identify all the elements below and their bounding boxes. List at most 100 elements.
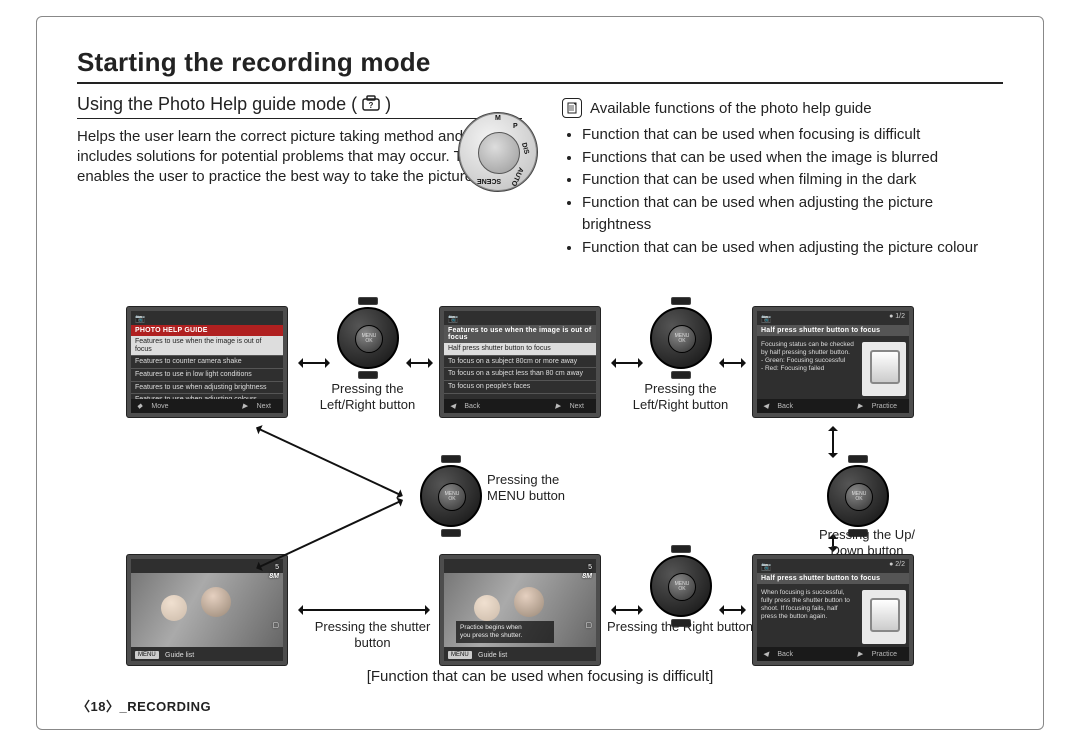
osd-count: 5: [582, 563, 592, 572]
pad-center: MENU OK: [438, 483, 466, 511]
right-icon: [857, 650, 862, 658]
arrow: [612, 609, 642, 611]
lcd4-body: When focusing is successful, fully press…: [757, 587, 859, 647]
arrow: [257, 499, 403, 568]
lcd-screen-3: 📷 ● 1/2 Half press shutter button to focu…: [753, 307, 913, 417]
menu-button-label: MENU: [448, 651, 472, 659]
manual-page: Starting the recording mode Using the Ph…: [36, 16, 1044, 730]
lcd-screen-photo1: 5 8M ▢ MENU Guide list: [127, 555, 287, 665]
camera-icon: 📷: [761, 562, 771, 571]
lcd2-bottom-left: Back: [458, 403, 486, 410]
photo-help-guide-icon: ?: [362, 95, 380, 116]
right-icon: [857, 402, 862, 410]
left-icon: [763, 650, 768, 658]
label-lr1: Pressing the Left/Right button: [315, 381, 420, 414]
dial-label-dis: DIS: [520, 142, 530, 155]
section-subtitle: Using the Photo Help guide mode ( ? ): [77, 94, 391, 116]
lcd2-header: Features to use when the image is out of…: [444, 325, 596, 343]
flow-diagram: 📷 PHOTO HELP GUIDE Features to use when …: [107, 307, 1047, 707]
right-column: Available functions of the photo help gu…: [562, 94, 1003, 261]
section-subtitle-row: Using the Photo Help guide mode ( ? ): [77, 94, 522, 119]
function-item: Function that can be used when adjusting…: [582, 237, 1003, 260]
sample-photo: [131, 573, 283, 647]
lcd4-illustration: [862, 590, 906, 644]
lcd-screen-1: 📷 PHOTO HELP GUIDE Features to use when …: [127, 307, 287, 417]
svg-text:?: ?: [369, 101, 374, 110]
lcd-screen-4: 📷● 2/2 Half press shutter button to focu…: [753, 555, 913, 665]
intro-text: Helps the user learn the correct picture…: [77, 127, 522, 188]
function-item: Function that can be used when adjusting…: [582, 192, 1003, 237]
lcd2-row: Half press shutter button to focus: [444, 343, 596, 356]
label-right: Pressing the Right button: [605, 619, 755, 635]
control-pad: MENU OK: [650, 555, 712, 617]
osd-count: 5: [269, 563, 279, 572]
dial-label-p: P: [513, 123, 518, 130]
pad-center: MENU OK: [668, 325, 696, 353]
dial-label-m: M: [495, 115, 501, 122]
lcd3-illustration: [862, 342, 906, 396]
lcd-screen-2: 📷 Features to use when the image is out …: [440, 307, 600, 417]
guide-list-label: Guide list: [478, 652, 507, 659]
right-icon: [555, 402, 560, 410]
arrow: [612, 362, 642, 364]
lcd3-header: Half press shutter button to focus: [757, 325, 909, 336]
arrow: [257, 427, 403, 496]
pad-center: MENU OK: [845, 483, 873, 511]
lcd1-bottom-right: Next: [251, 403, 277, 410]
functions-list: Function that can be used when focusing …: [562, 124, 1003, 259]
lcd1-row: Features to use when adjusting brightnes…: [131, 382, 283, 395]
control-pad: MENU OK: [337, 307, 399, 369]
lcd-screen-photo2: 5 8M ▢ Practice begins when you press th…: [440, 555, 600, 665]
pad-center: MENU OK: [668, 573, 696, 601]
subtitle-suffix: ): [380, 94, 391, 114]
pad-center: MENU OK: [355, 325, 383, 353]
arrow: [720, 362, 745, 364]
camera-icon: 📷: [761, 314, 771, 323]
overlay-line2: you press the shutter.: [460, 632, 550, 640]
arrow: [832, 427, 834, 457]
menu-button-label: MENU: [135, 651, 159, 659]
arrow: [720, 609, 745, 611]
functions-header: Available functions of the photo help gu…: [562, 98, 1003, 118]
control-pad: MENU OK: [650, 307, 712, 369]
label-shutter: Pressing the shutter button: [295, 619, 450, 652]
lcd1-row: Features to counter camera shake: [131, 356, 283, 369]
left-icon: [450, 402, 455, 410]
arrow: [299, 362, 329, 364]
footer-note: [Function that can be used when focusing…: [37, 668, 1043, 685]
function-item: Functions that can be used when the imag…: [582, 147, 1003, 170]
guide-list-label: Guide list: [165, 652, 194, 659]
page-indicator: ● 2/2: [889, 561, 905, 568]
photo-osd: 5 8M ▢: [269, 563, 279, 630]
lcd1-row: Features to use when the image is out of…: [131, 336, 283, 356]
lcd2-row: To focus on a subject 80cm or more away: [444, 356, 596, 369]
practice-overlay: Practice begins when you press the shutt…: [456, 621, 554, 643]
arrow: [299, 609, 429, 611]
left-icon: [763, 402, 768, 410]
page-footer: 〈18〉_RECORDING: [77, 696, 211, 715]
page-title: Starting the recording mode: [77, 47, 1003, 84]
osd-megapixel: 8M: [582, 572, 592, 581]
lcd3-body: Focusing status can be checked by half p…: [757, 339, 859, 399]
osd-megapixel: 8M: [269, 572, 279, 581]
two-column-layout: Using the Photo Help guide mode ( ? ) He…: [77, 94, 1003, 261]
lcd2-bottom-right: Next: [564, 403, 590, 410]
updown-icon: [137, 402, 142, 410]
mode-dial: M P DIS AUTO SCENE: [458, 112, 538, 192]
function-item: Function that can be used when focusing …: [582, 124, 1003, 147]
photo-osd: 5 8M ▢: [582, 563, 592, 630]
overlay-line1: Practice begins when: [460, 624, 550, 632]
label-menu: Pressing the MENU button: [487, 472, 577, 505]
function-item: Function that can be used when filming i…: [582, 169, 1003, 192]
page-indicator: ● 1/2: [889, 313, 905, 320]
lcd1-header: PHOTO HELP GUIDE: [131, 325, 283, 336]
lcd2-row: To focus on people's faces: [444, 381, 596, 394]
lcd1-bottom-left: Move: [145, 403, 174, 410]
lcd1-row: Features to use in low light conditions: [131, 369, 283, 382]
control-pad: MENU OK: [420, 465, 482, 527]
note-icon: [562, 98, 582, 118]
functions-title: Available functions of the photo help gu…: [590, 100, 872, 117]
lcd2-row: To focus on a subject less than 80 cm aw…: [444, 368, 596, 381]
right-icon: [242, 402, 247, 410]
arrow: [407, 362, 432, 364]
